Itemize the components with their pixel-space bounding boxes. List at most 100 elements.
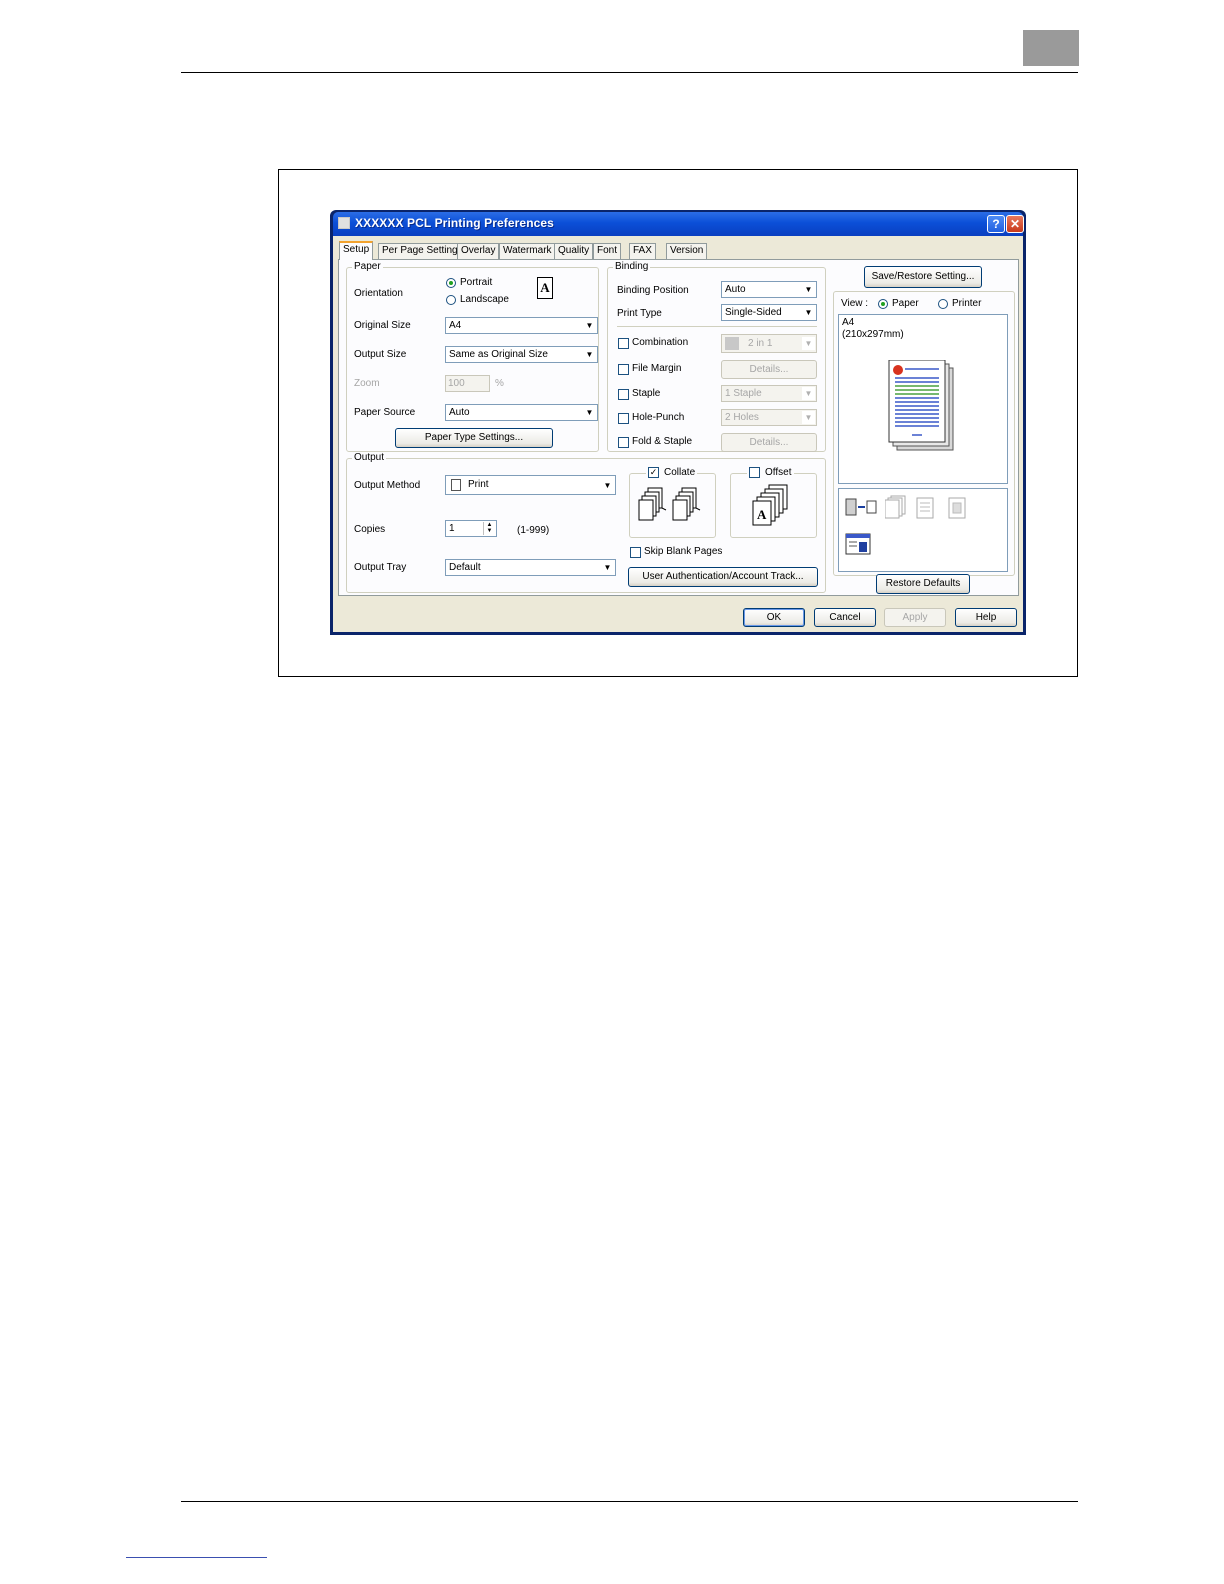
view-paper-label: Paper [892,298,919,309]
help-button[interactable]: Help [955,608,1017,627]
fold-staple-checkbox[interactable] [618,437,629,448]
staple-value: 1 Staple [725,388,762,399]
collate-checkbox[interactable]: ✓ [648,467,659,478]
tab-quality[interactable]: Quality [554,243,594,259]
paper-preview-pane: A4 (210x297mm) [838,314,1008,484]
ok-button[interactable]: OK [743,608,805,627]
window-title: XXXXXX PCL Printing Preferences [355,216,554,230]
chevron-down-icon: ▼ [583,348,596,361]
collate-box: ✓ Collate [629,467,716,538]
staple-select[interactable]: 1 Staple ▼ [721,385,817,402]
file-margin-details-button[interactable]: Details... [721,360,817,379]
collate-label: Collate [664,467,696,478]
zoom-value: 100 [448,378,465,389]
fold-staple-details-button[interactable]: Details... [721,433,817,452]
file-margin-checkbox[interactable] [618,364,629,375]
staple-checkbox[interactable] [618,389,629,400]
view-printer-radio[interactable] [938,299,948,309]
preview-paper-size: A4 [842,317,855,328]
cancel-button[interactable]: Cancel [814,608,876,627]
binding-position-select[interactable]: Auto ▼ [721,281,817,298]
paper-type-settings-button[interactable]: Paper Type Settings... [395,428,553,448]
output-method-select[interactable]: Print ▼ [445,475,616,495]
close-button[interactable]: ✕ [1006,215,1024,233]
landscape-label: Landscape [460,294,509,305]
restore-defaults-button[interactable]: Restore Defaults [876,574,970,594]
offset-label: Offset [765,467,792,478]
apply-button[interactable]: Apply [884,608,946,627]
zoom-unit: % [495,378,504,389]
tab-version[interactable]: Version [666,243,708,259]
combination-value: 2 in 1 [748,338,773,349]
user-authentication-button[interactable]: User Authentication/Account Track... [628,567,818,587]
title-bar[interactable]: XXXXXX PCL Printing Preferences ? ✕ [333,212,1024,236]
copies-range: (1-999) [517,525,550,536]
tab-overlay[interactable]: Overlay [457,243,500,259]
copies-spinner[interactable]: 1 ▲ ▼ [445,520,497,537]
help-title-button[interactable]: ? [987,215,1005,233]
paper-group: Paper Orientation Portrait Landscape A O… [346,261,599,452]
binding-legend: Binding [613,261,651,272]
chapter-tab [1023,30,1079,66]
file-margin-label: File Margin [632,363,682,374]
original-size-select[interactable]: A4 ▼ [445,317,598,334]
portrait-radio[interactable] [446,278,456,288]
dialog-client-area: Setup Per Page Setting Overlay Watermark… [333,236,1023,632]
hole-punch-checkbox[interactable] [618,413,629,424]
fold-staple-label: Fold & Staple [632,436,693,447]
tab-watermark[interactable]: Watermark [499,243,556,259]
skip-blank-checkbox[interactable] [630,547,641,558]
header-rule [181,72,1078,73]
tab-per-page-setting[interactable]: Per Page Setting [378,243,462,259]
tab-font[interactable]: Font [593,243,622,259]
zoom-spinner[interactable]: 100 [445,375,490,392]
combination-label: Combination [632,337,689,348]
output-legend: Output [352,452,387,463]
offset-checkbox[interactable] [749,467,760,478]
combination-select[interactable]: 2 in 1 ▼ [721,334,817,353]
collate-illustration-icon [638,487,701,521]
chevron-down-icon: ▼ [601,561,614,574]
original-size-value: A4 [449,320,462,331]
offset-glyph: A [757,507,767,522]
hole-punch-label: Hole-Punch [632,412,685,423]
zoom-label: Zoom [354,378,380,389]
landscape-radio[interactable] [446,295,456,305]
print-type-select[interactable]: Single-Sided ▼ [721,304,817,321]
chevron-down-icon: ▼ [601,479,614,492]
combination-preview-icon [885,495,906,519]
combination-thumb-icon [725,337,739,350]
printing-preferences-window: XXXXXX PCL Printing Preferences ? ✕ Setu… [330,210,1026,635]
tab-setup[interactable]: Setup [339,241,374,260]
view-paper-radio[interactable] [878,299,888,309]
paper-source-select[interactable]: Auto ▼ [445,404,598,421]
output-size-select[interactable]: Same as Original Size ▼ [445,346,598,363]
chevron-down-icon: ▼ [802,283,815,296]
footer-rule [181,1501,1078,1502]
copies-label: Copies [354,524,386,535]
output-tray-label: Output Tray [354,562,407,573]
orientation-label: Orientation [354,288,403,299]
portrait-label: Portrait [460,277,493,288]
output-method-label: Output Method [354,480,421,491]
offset-box: Offset A [730,467,817,538]
chevron-down-icon: ▼ [802,411,815,424]
preview-paper-dims: (210x297mm) [842,329,904,340]
offset-legend: Offset [747,467,794,478]
combination-checkbox[interactable] [618,338,629,349]
function-icons-pane [838,488,1008,572]
output-tray-select[interactable]: Default ▼ [445,559,616,576]
output-method-value: Print [468,479,489,490]
footer-link-underline[interactable] [126,1557,267,1558]
staple-label: Staple [632,388,661,399]
watermark-preview-icon [948,497,966,519]
page-preview-icon [888,360,954,451]
hole-punch-select[interactable]: 2 Holes ▼ [721,409,817,426]
copies-value: 1 [449,523,455,534]
save-restore-setting-button[interactable]: Save/Restore Setting... [864,266,982,288]
document-icon [451,479,461,491]
print-type-label: Print Type [617,308,662,319]
chevron-down-icon: ▼ [583,406,596,419]
spinner-arrows-icon[interactable]: ▲ ▼ [483,522,495,535]
tab-fax[interactable]: FAX [629,243,656,259]
